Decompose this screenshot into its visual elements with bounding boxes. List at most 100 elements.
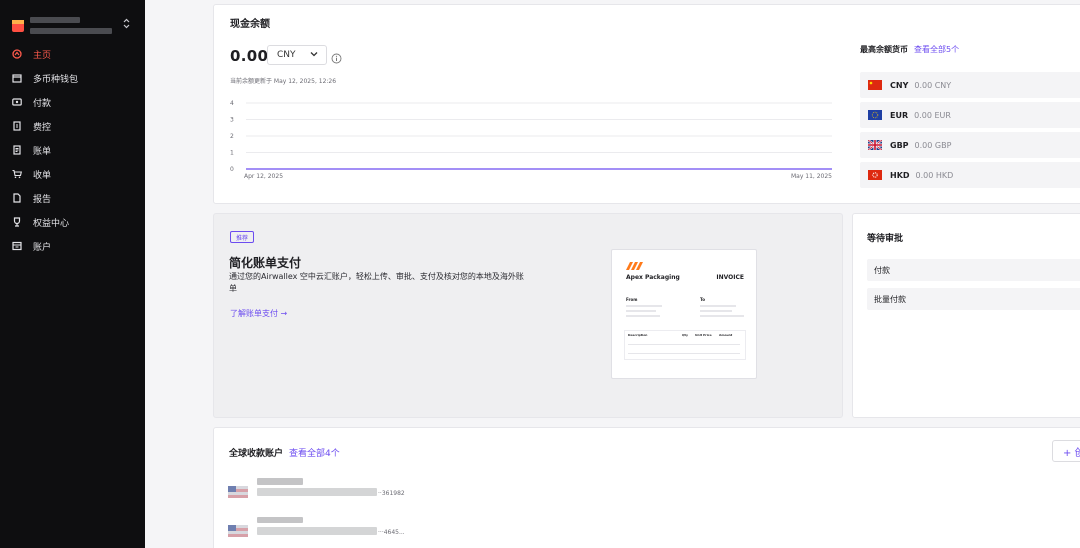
invoice-placeholder-line: [700, 315, 744, 317]
currency-select-value: CNY: [277, 50, 296, 60]
payment-icon: [12, 97, 22, 107]
us-flag-icon: [228, 483, 248, 498]
invoice-placeholder-line: [628, 344, 740, 345]
invoice-placeholder-line: [700, 310, 732, 312]
sidebar: 主页 多币种钱包 付款 费控 账单 收单 报告 权益中心 账户: [0, 0, 145, 548]
global-account-row[interactable]: ··361982: [228, 478, 448, 500]
currency-amount: 0.00 HKD: [915, 170, 954, 180]
eu-flag-icon: [868, 110, 882, 120]
recommended-badge: 推荐: [230, 231, 254, 243]
hk-flag-icon: [868, 170, 882, 180]
currency-code: CNY: [890, 80, 909, 90]
invoice-to-label: To: [700, 297, 705, 302]
currency-row-cny[interactable]: CNY 0.00 CNY: [860, 72, 1080, 98]
global-accounts-card: 全球收款账户 查看全部4个 + 创 ··361982 ···4645...: [213, 427, 1080, 548]
invoice-title: INVOICE: [716, 274, 744, 281]
expense-icon: [12, 121, 22, 131]
invoice-from-label: From: [626, 297, 638, 302]
approval-item-payments[interactable]: 付款: [867, 259, 1080, 281]
invoice-placeholder-line: [628, 353, 740, 354]
invoice-col-header: Amount: [719, 333, 733, 337]
x-tick-label: Apr 12, 2025: [244, 173, 283, 180]
invoice-col-header: Qty: [682, 333, 688, 337]
sidebar-item-payments[interactable]: 付款: [0, 90, 145, 114]
sidebar-item-bills[interactable]: 账单: [0, 138, 145, 162]
sidebar-item-account[interactable]: 账户: [0, 234, 145, 258]
chevron-down-icon: [310, 50, 318, 59]
wallet-icon: [12, 73, 22, 83]
approval-item-batch-payments[interactable]: 批量付款: [867, 288, 1080, 310]
sidebar-item-expense[interactable]: 费控: [0, 114, 145, 138]
account-number-tail: ···4645...: [378, 529, 405, 536]
y-tick-label: 0: [230, 166, 234, 173]
currency-code: EUR: [890, 110, 909, 120]
account-name-redacted: [257, 517, 303, 523]
account-number-redacted: [257, 527, 377, 535]
sidebar-item-reports[interactable]: 报告: [0, 186, 145, 210]
y-tick-label: 3: [230, 117, 234, 124]
gb-flag-icon: [867, 139, 883, 151]
view-all-currencies-link[interactable]: 查看全部5个: [914, 45, 959, 54]
invoice-company: Apex Packaging: [626, 274, 680, 281]
learn-bill-pay-link[interactable]: 了解账单支付 →: [230, 308, 287, 319]
currency-amount: 0.00 CNY: [914, 80, 952, 90]
cash-balance-card: 现金余额 0.00 CNY 当前余额更新于 May 12, 2025, 12:2…: [213, 4, 1080, 204]
sidebar-item-label: 权益中心: [33, 218, 70, 229]
balance-chart: 4 3 2 1 0 Apr 12, 2025 May 11, 2025: [230, 100, 832, 180]
invoice-table: Description Qty Unit Price Amount: [624, 330, 746, 360]
currency-row-eur[interactable]: EUR 0.00 EUR: [860, 102, 1080, 128]
y-tick-label: 2: [230, 133, 234, 140]
currency-row-gbp[interactable]: GBP 0.00 GBP: [860, 132, 1080, 158]
approval-item-label: 批量付款: [874, 294, 906, 304]
report-icon: [12, 193, 22, 203]
account-name-redacted: [257, 478, 303, 485]
sidebar-item-label: 报告: [33, 194, 52, 205]
cash-balance-title: 现金余额: [230, 19, 270, 30]
info-icon[interactable]: [331, 49, 342, 64]
org-logo: [12, 20, 24, 32]
balance-amount: 0.00: [230, 47, 269, 65]
pending-approvals-card: 等待审批 付款 批量付款: [852, 213, 1080, 418]
global-accounts-header: 全球收款账户 查看全部4个: [229, 446, 340, 459]
chevron-updown-icon: [123, 18, 130, 32]
sidebar-item-rewards[interactable]: 权益中心: [0, 210, 145, 234]
sidebar-item-label: 账户: [33, 242, 52, 253]
top-currencies-header: 最高余额货币 查看全部5个: [860, 44, 959, 55]
promo-title: 简化账单支付: [229, 256, 302, 270]
currency-row-hkd[interactable]: HKD 0.00 HKD: [860, 162, 1080, 188]
invoice-col-header: Unit Price: [695, 333, 712, 337]
invoice-placeholder-line: [626, 305, 662, 307]
bill-pay-promo-card: 推荐 简化账单支付 通过您的Airwallex 空中云汇账户，轻松上传、审批、支…: [213, 213, 843, 418]
sidebar-nav: 主页 多币种钱包 付款 费控 账单 收单 报告 权益中心 账户: [0, 42, 145, 258]
global-account-row[interactable]: ···4645...: [228, 517, 448, 539]
org-switcher[interactable]: [12, 16, 132, 38]
view-all-accounts-link[interactable]: 查看全部4个: [289, 449, 340, 459]
balance-updated-text: 当前余额更新于 May 12, 2025, 12:26: [230, 78, 337, 85]
currency-select[interactable]: CNY: [267, 45, 327, 65]
invoice-placeholder-line: [700, 305, 736, 307]
home-icon: [12, 49, 22, 59]
currency-code: HKD: [890, 170, 910, 180]
sidebar-item-acquiring[interactable]: 收单: [0, 162, 145, 186]
org-name-redacted: [30, 17, 80, 23]
invoice-placeholder-line: [626, 310, 656, 312]
create-account-button[interactable]: + 创: [1052, 440, 1080, 462]
sidebar-item-home[interactable]: 主页: [0, 42, 145, 66]
cn-flag-icon: [868, 80, 882, 90]
sidebar-item-label: 费控: [33, 122, 52, 133]
account-icon: [12, 241, 22, 251]
us-flag-icon: [228, 522, 248, 537]
sidebar-item-label: 多币种钱包: [33, 74, 79, 85]
pending-approvals-title: 等待审批: [867, 234, 904, 244]
sidebar-item-wallet[interactable]: 多币种钱包: [0, 66, 145, 90]
currency-amount: 0.00 GBP: [914, 140, 952, 150]
promo-description: 通过您的Airwallex 空中云汇账户，轻松上传、审批、支付及核对您的本地及海…: [229, 272, 524, 293]
org-id-redacted: [30, 28, 112, 34]
invoice-preview: Apex Packaging INVOICE From To Descripti…: [611, 249, 757, 379]
trophy-icon: [12, 217, 22, 227]
currency-code: GBP: [890, 140, 909, 150]
account-number-tail: ··361982: [378, 490, 405, 497]
apex-logo-icon: [626, 262, 643, 270]
approval-item-label: 付款: [874, 265, 890, 275]
sidebar-item-label: 账单: [33, 146, 52, 157]
